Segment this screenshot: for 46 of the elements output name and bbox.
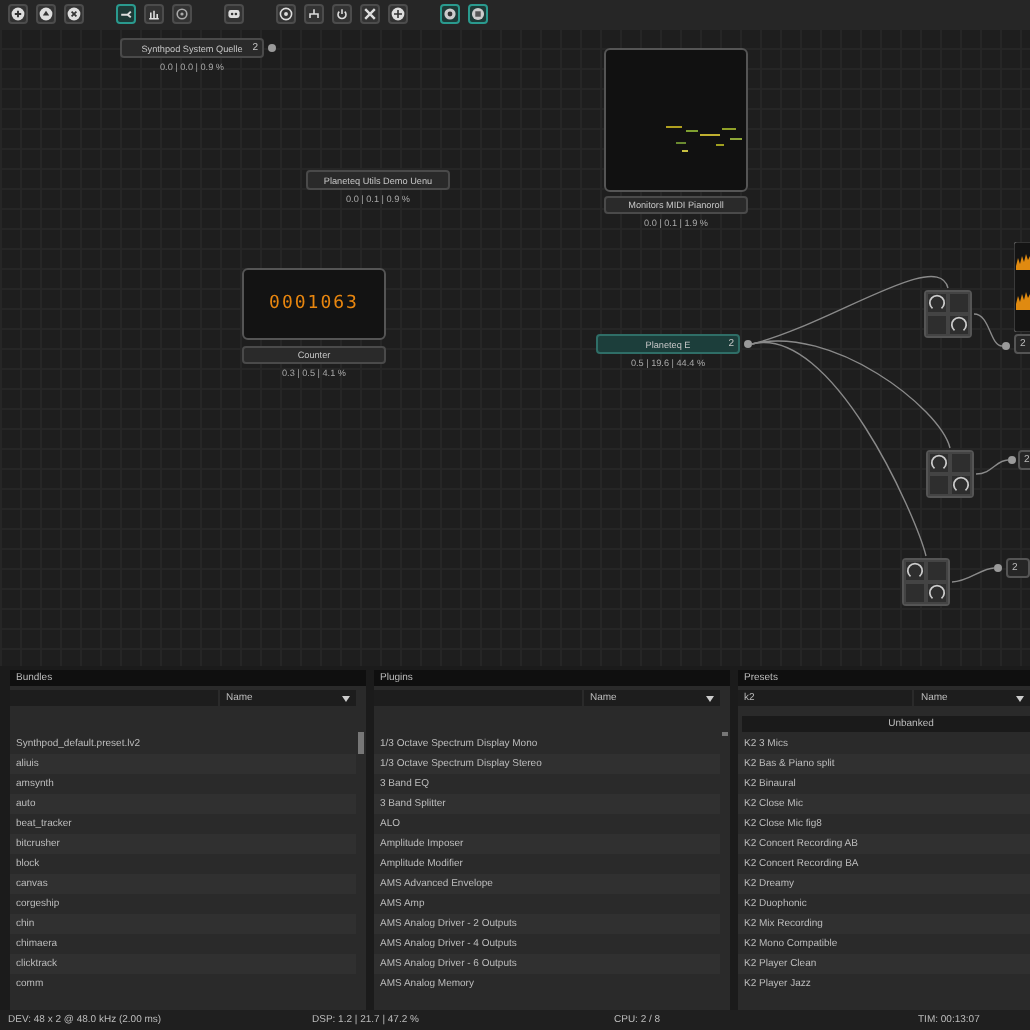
load-button[interactable] (36, 4, 56, 24)
mixer-node[interactable] (902, 558, 950, 606)
target-icon (278, 6, 294, 22)
plus-icon (10, 6, 26, 22)
port-icon[interactable] (744, 340, 752, 348)
caret-icon (342, 695, 350, 701)
close-icon (66, 6, 82, 22)
shuffle-button[interactable] (360, 4, 380, 24)
scrollbar-thumb[interactable] (358, 732, 364, 754)
robot-icon (226, 6, 242, 22)
move-button[interactable] (388, 4, 408, 24)
meter-button[interactable] (144, 4, 164, 24)
caret-icon (706, 695, 714, 701)
connection-line (975, 459, 1009, 475)
add-button[interactable] (8, 4, 28, 24)
port-icon[interactable] (268, 44, 276, 52)
settings-button[interactable] (172, 4, 192, 24)
port-icon[interactable] (1008, 456, 1016, 464)
connect-button[interactable] (116, 4, 136, 24)
gear-icon (174, 6, 190, 22)
shuffle-icon (362, 6, 378, 22)
stop-icon (470, 6, 486, 22)
gear-icon (442, 6, 458, 22)
port-icon[interactable] (1002, 342, 1010, 350)
close-button[interactable] (64, 4, 84, 24)
tree-button[interactable] (304, 4, 324, 24)
hierarchy-icon (306, 6, 322, 22)
eject-icon (38, 6, 54, 22)
connection-line (973, 313, 1003, 347)
target-button[interactable] (276, 4, 296, 24)
bar-chart-icon (146, 6, 162, 22)
caret-icon (1016, 695, 1024, 701)
gear-button[interactable] (440, 4, 460, 24)
mixer-node[interactable] (924, 290, 972, 338)
pianoroll-drawing (666, 126, 742, 152)
move-icon (390, 6, 406, 22)
plug-icon (118, 6, 134, 22)
power-icon (334, 6, 350, 22)
power-button[interactable] (332, 4, 352, 24)
mixer-node[interactable] (926, 450, 974, 498)
stop-button[interactable] (468, 4, 488, 24)
counter-display: 0001063 (242, 268, 386, 340)
connection-line (951, 567, 995, 583)
port-icon[interactable] (994, 564, 1002, 572)
robot-button[interactable] (224, 4, 244, 24)
scrollbar-thumb[interactable] (722, 732, 728, 736)
